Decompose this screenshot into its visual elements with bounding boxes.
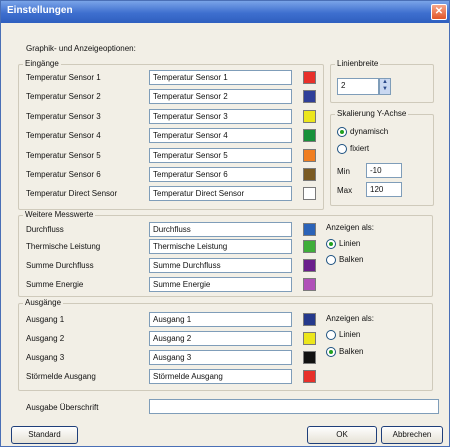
standard-button[interactable]: Standard [11,426,78,444]
output-name-input[interactable]: Ausgang 3 [149,350,292,365]
input-name-input[interactable]: Temperatur Sensor 2 [149,89,292,104]
window-title: Einstellungen [7,5,73,16]
measurement-label: Durchfluss [26,225,64,234]
outputs-lines-label: Linien [339,330,361,339]
y-scale-dynamic-label: dynamisch [350,127,389,136]
output-label: Störmelde Ausgang [26,372,96,381]
measurement-name-input[interactable]: Summe Durchfluss [149,258,292,273]
inputs-group-title: Eingänge [23,59,61,68]
input-name-input[interactable]: Temperatur Sensor 3 [149,109,292,124]
output-name-input[interactable]: Ausgang 2 [149,331,292,346]
measurements-lines-radio[interactable] [326,239,336,249]
measurements-lines-label: Linien [339,239,361,248]
output-color-swatch[interactable] [303,351,316,364]
output-name-input[interactable]: Störmelde Ausgang [149,369,292,384]
measurement-label: Summe Energie [26,280,84,289]
measurement-color-swatch[interactable] [303,240,316,253]
y-scale-fixed-label: fixiert [350,144,370,153]
measurement-name-input[interactable]: Durchfluss [149,222,292,237]
measurements-group-title: Weitere Messwerte [23,210,96,219]
measurement-label: Thermische Leistung [26,242,101,251]
input-label: Temperatur Sensor 6 [26,170,101,179]
input-name-input[interactable]: Temperatur Sensor 5 [149,148,292,163]
input-color-swatch[interactable] [303,168,316,181]
measurements-bars-label: Balken [339,255,364,264]
input-name-input[interactable]: Temperatur Direct Sensor [149,186,292,201]
settings-dialog: Einstellungen ✕ Graphik- und Anzeigeopti… [0,0,450,447]
input-color-swatch[interactable] [303,129,316,142]
spin-down-icon[interactable]: ▼ [380,86,390,93]
input-color-swatch[interactable] [303,110,316,123]
options-heading: Graphik- und Anzeigeoptionen: [26,44,136,53]
output-color-swatch[interactable] [303,370,316,383]
input-label: Temperatur Sensor 4 [26,131,101,140]
input-label: Temperatur Sensor 5 [26,151,101,160]
close-icon[interactable]: ✕ [431,4,447,20]
line-width-title: Linienbreite [335,59,381,68]
heading-output-label: Ausgabe Überschrift [26,403,99,412]
input-name-input[interactable]: Temperatur Sensor 1 [149,70,292,85]
input-color-swatch[interactable] [303,187,316,200]
outputs-display-label: Anzeigen als: [326,314,375,323]
output-color-swatch[interactable] [303,332,316,345]
input-label: Temperatur Sensor 1 [26,73,101,82]
outputs-lines-radio[interactable] [326,330,336,340]
input-color-swatch[interactable] [303,149,316,162]
input-color-swatch[interactable] [303,90,316,103]
y-max-label: Max [337,186,353,195]
measurements-bars-radio[interactable] [326,255,336,265]
y-min-input[interactable]: -10 [366,163,402,178]
y-max-input[interactable]: 120 [366,182,402,197]
outputs-bars-radio[interactable] [326,347,336,357]
line-width-input[interactable]: 2 [337,78,379,95]
output-name-input[interactable]: Ausgang 1 [149,312,292,327]
y-scale-title: Skalierung Y-Achse [335,109,409,118]
outputs-bars-label: Balken [339,347,364,356]
input-label: Temperatur Sensor 3 [26,112,101,121]
input-name-input[interactable]: Temperatur Sensor 4 [149,128,292,143]
cancel-button[interactable]: Abbrechen [381,426,443,444]
measurement-color-swatch[interactable] [303,278,316,291]
input-name-input[interactable]: Temperatur Sensor 6 [149,167,292,182]
input-label: Temperatur Direct Sensor [26,189,118,198]
output-label: Ausgang 2 [26,334,65,343]
measurement-name-input[interactable]: Summe Energie [149,277,292,292]
input-label: Temperatur Sensor 2 [26,92,101,101]
y-min-label: Min [337,167,350,176]
heading-output-input[interactable] [149,399,439,414]
output-label: Ausgang 3 [26,353,65,362]
line-width-spinner[interactable]: ▲ ▼ [379,78,391,95]
outputs-group-title: Ausgänge [23,298,64,307]
output-label: Ausgang 1 [26,315,65,324]
output-color-swatch[interactable] [303,313,316,326]
measurement-color-swatch[interactable] [303,259,316,272]
ok-button[interactable]: OK [307,426,377,444]
measurements-display-label: Anzeigen als: [326,223,375,232]
y-scale-fixed-radio[interactable] [337,144,347,154]
measurement-color-swatch[interactable] [303,223,316,236]
measurement-name-input[interactable]: Thermische Leistung [149,239,292,254]
spin-up-icon[interactable]: ▲ [380,79,390,86]
title-bar: Einstellungen ✕ [1,1,449,23]
y-scale-dynamic-radio[interactable] [337,127,347,137]
input-color-swatch[interactable] [303,71,316,84]
measurement-label: Summe Durchfluss [26,261,94,270]
